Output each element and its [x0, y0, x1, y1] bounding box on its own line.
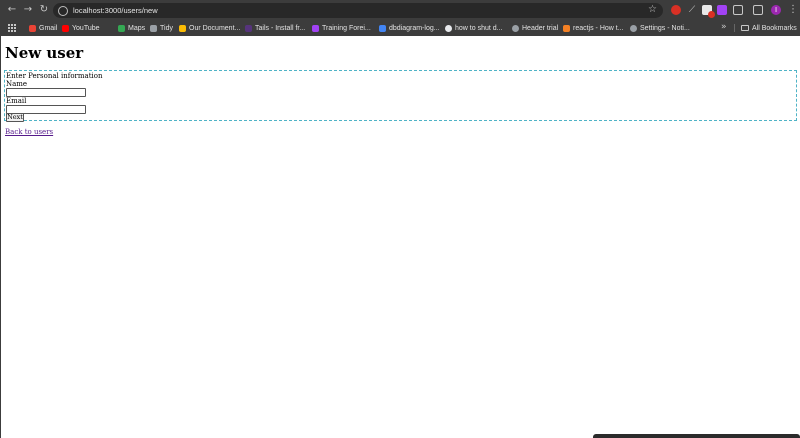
bookmark-label: Our Document... [189, 24, 241, 32]
address-bar[interactable]: localhost:3000/users/new ☆ [53, 3, 663, 18]
bookmark-label: Settings - Noti... [640, 24, 690, 32]
bookmark-tidy[interactable]: Tidy [150, 23, 173, 33]
bookmark-label: YouTube [72, 24, 100, 32]
bookmark-label: Header trial [522, 24, 559, 32]
browser-chrome: ← → ↻ localhost:3000/users/new ☆ ⟋ I ⋮ G… [0, 0, 800, 36]
reload-icon[interactable]: ↻ [37, 3, 51, 17]
gear-icon [630, 24, 637, 32]
stackoverflow-icon [563, 24, 570, 32]
bookmark-header-trial[interactable]: Header trial [512, 23, 558, 33]
bookmark-label: dbdiagram-log... [389, 24, 440, 32]
google-icon [445, 24, 452, 32]
extensions-menu-icon[interactable] [733, 5, 743, 15]
bookmark-dbdiagram[interactable]: dbdiagram-log... [379, 23, 440, 33]
extension-badge-icon[interactable] [702, 5, 715, 18]
bookmark-training[interactable]: Training Forei... [312, 23, 371, 33]
more-menu-icon[interactable]: ⋮ [788, 3, 798, 17]
side-panel-icon[interactable] [753, 5, 763, 15]
bookmark-our-document[interactable]: Our Document... [179, 23, 240, 33]
bookmark-youtube[interactable]: YouTube [62, 23, 100, 33]
page-content: New user Enter Personal information Name… [1, 36, 800, 438]
back-to-users-link[interactable]: Back to users [5, 128, 53, 136]
bookmark-label: Tails - Install fr... [255, 24, 306, 32]
bookmark-settings[interactable]: Settings - Noti... [630, 23, 690, 33]
bookmark-tails[interactable]: Tails - Install fr... [245, 23, 305, 33]
bookmark-maps[interactable]: Maps [118, 23, 145, 33]
dbdiagram-icon [379, 24, 386, 32]
bookmark-label: Maps [128, 24, 146, 32]
bookmark-star-icon[interactable]: ☆ [648, 4, 657, 15]
forward-arrow-icon[interactable]: → [21, 3, 35, 17]
name-input[interactable] [6, 88, 86, 97]
personal-info-fieldset: Enter Personal information Name Email Ne… [4, 70, 797, 122]
notification-badge [708, 11, 715, 18]
youtube-icon [62, 24, 69, 32]
site-info-icon[interactable] [58, 5, 68, 16]
bookmark-label: how to shut d... [455, 24, 503, 32]
more-bookmarks-chevron-icon[interactable]: » [721, 22, 727, 32]
all-bookmarks-button[interactable]: All Bookmarks [741, 23, 797, 33]
apps-grid-icon[interactable] [8, 24, 16, 32]
extension-red-icon[interactable] [671, 5, 681, 15]
bookmark-label: Training Forei... [322, 24, 371, 32]
fieldset-legend: Enter Personal information [6, 72, 103, 80]
url-text[interactable]: localhost:3000/users/new [73, 6, 158, 15]
profile-avatar[interactable]: I [771, 5, 781, 15]
email-label: Email [6, 97, 27, 105]
all-bookmarks-label: All Bookmarks [752, 24, 797, 32]
name-label: Name [6, 80, 28, 88]
bookmark-gmail[interactable]: Gmail [29, 23, 57, 33]
extension-puzzle-icon[interactable]: ⟋ [687, 5, 697, 15]
globe-icon [512, 24, 519, 32]
extension-purple-icon[interactable] [717, 5, 727, 15]
gmail-icon [29, 24, 36, 32]
training-icon [312, 24, 319, 32]
maps-icon [118, 24, 125, 32]
globe-icon [150, 24, 157, 32]
bookmark-label: Gmail [39, 24, 58, 32]
folder-icon [741, 25, 749, 31]
bookmarks-divider [734, 24, 735, 32]
bookmark-reactjs[interactable]: reactjs - How t... [563, 23, 624, 33]
back-arrow-icon[interactable]: ← [5, 3, 19, 17]
bookmark-label: reactjs - How t... [573, 24, 624, 32]
page-title: New user [5, 44, 84, 62]
taskbar-edge [593, 434, 800, 438]
tails-icon [245, 24, 252, 32]
next-button[interactable]: Next [6, 113, 24, 122]
bookmarks-bar: Gmail YouTube Maps Tidy Our Document... … [0, 20, 800, 36]
bookmark-label: Tidy [160, 24, 173, 32]
bookmark-how-to-shut[interactable]: how to shut d... [445, 23, 502, 33]
document-icon [179, 24, 186, 32]
